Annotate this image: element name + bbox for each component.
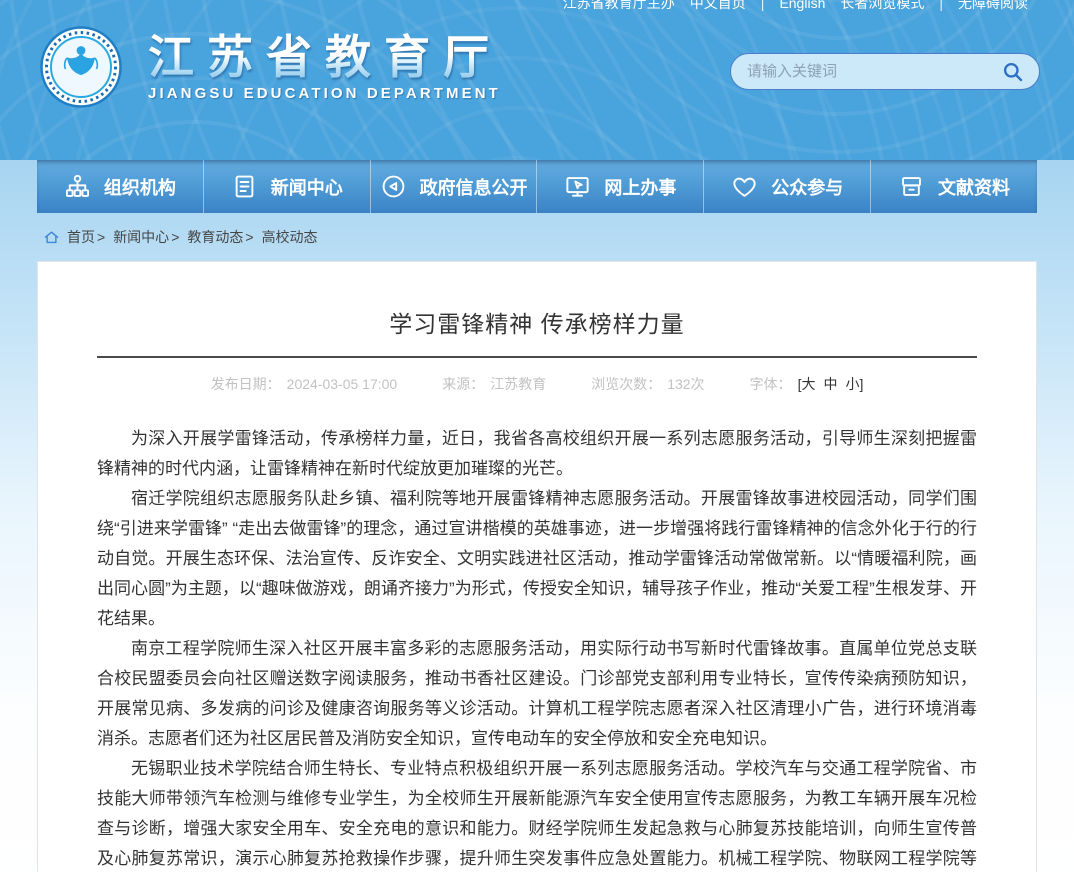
archive-icon — [898, 173, 925, 200]
breadcrumb-item[interactable]: 首页 — [67, 229, 95, 245]
page: 江苏省教育厅主办 中文首页 | English 长者浏览模式 | 无障碍阅读 江苏省教育厅 … — [0, 0, 1074, 872]
search-icon — [1001, 60, 1025, 84]
heart-icon — [731, 173, 758, 200]
info-disclosure-icon — [380, 173, 407, 200]
brand-text: 江苏省教育厅 JIANGSU EDUCATION DEPARTMENT — [148, 32, 502, 103]
font-size-options: 大中小 — [801, 374, 859, 394]
nav-item-documents[interactable]: 文献资料 — [871, 160, 1037, 213]
site-header: 江苏省教育厅主办 中文首页 | English 长者浏览模式 | 无障碍阅读 江苏省教育厅 … — [0, 0, 1074, 160]
article-card: 学习雷锋精神 传承榜样力量 发布日期：2024-03-05 17:00 来源：江… — [37, 261, 1037, 872]
nav-item-participation[interactable]: 公众参与 — [704, 160, 871, 213]
font-size-option-大[interactable]: 大 — [801, 374, 815, 394]
breadcrumb: 首页>新闻中心>教育动态>高校动态 — [37, 213, 1037, 261]
nav-item-online-service[interactable]: 网上办事 — [537, 160, 704, 213]
nav-item-label: 文献资料 — [938, 174, 1010, 200]
article-meta: 发布日期：2024-03-05 17:00 来源：江苏教育 浏览次数：132次 … — [38, 374, 1036, 394]
breadcrumb-separator: > — [97, 229, 105, 245]
search-button[interactable] — [1000, 59, 1026, 85]
news-doc-icon — [231, 173, 258, 200]
main-area: 组织机构新闻中心政府信息公开网上办事公众参与文献资料 首页>新闻中心>教育动态>… — [0, 160, 1074, 872]
article-paragraph: 南京工程学院师生深入社区开展丰富多彩的志愿服务活动，用实际行动书写新时代雷锋故事… — [97, 634, 977, 754]
site-brand[interactable]: 江苏省教育厅 JIANGSU EDUCATION DEPARTMENT — [40, 26, 502, 108]
nav-item-label: 公众参与 — [771, 174, 843, 200]
nav-item-label: 政府信息公开 — [420, 174, 528, 200]
article-source: 来源：江苏教育 — [442, 374, 546, 394]
topbar-link[interactable]: 中文首页 — [690, 0, 746, 13]
topbar-separator: | — [761, 0, 765, 11]
topbar-link[interactable]: 无障碍阅读 — [958, 0, 1028, 13]
title-divider — [97, 356, 977, 358]
nav-item-gov-info[interactable]: 政府信息公开 — [371, 160, 538, 213]
jiangsu-education-logo-icon — [40, 26, 122, 108]
font-size-option-中[interactable]: 中 — [823, 374, 837, 394]
topbar-link[interactable]: English — [779, 0, 825, 11]
nav-item-org[interactable]: 组织机构 — [37, 160, 204, 213]
font-size-option-小[interactable]: 小 — [845, 374, 859, 394]
nav-item-label: 网上办事 — [604, 174, 676, 200]
org-chart-icon — [64, 173, 91, 200]
view-count: 浏览次数：132次 — [591, 374, 704, 394]
nav-item-label: 组织机构 — [104, 174, 176, 200]
breadcrumb-item[interactable]: 教育动态 — [187, 229, 243, 245]
search-box — [730, 53, 1040, 90]
font-size-control: 字体：[大中小] — [750, 374, 864, 394]
topbar-separator: | — [939, 0, 943, 11]
topbar-link[interactable]: 江苏省教育厅主办 — [563, 0, 675, 13]
publish-date: 发布日期：2024-03-05 17:00 — [211, 374, 398, 394]
article-body: 为深入开展学雷锋活动，传承榜样力量，近日，我省各高校组织开展一系列志愿服务活动，… — [97, 424, 977, 872]
breadcrumb-item[interactable]: 高校动态 — [262, 229, 318, 245]
article-paragraph: 宿迁学院组织志愿服务队赴乡镇、福利院等地开展雷锋精神志愿服务活动。开展雷锋故事进… — [97, 484, 977, 634]
article-paragraph: 为深入开展学雷锋活动，传承榜样力量，近日，我省各高校组织开展一系列志愿服务活动，… — [97, 424, 977, 484]
article-paragraph: 无锡职业技术学院结合师生特长、专业特点积极组织开展一系列志愿服务活动。学校汽车与… — [97, 754, 977, 872]
search-input[interactable] — [747, 63, 1000, 80]
nav-item-news[interactable]: 新闻中心 — [204, 160, 371, 213]
nav-item-label: 新闻中心 — [271, 174, 343, 200]
breadcrumb-item[interactable]: 新闻中心 — [113, 229, 169, 245]
article-title: 学习雷锋精神 传承榜样力量 — [38, 305, 1036, 339]
topbar-links: 江苏省教育厅主办 中文首页 | English 长者浏览模式 | 无障碍阅读 — [563, 0, 1028, 13]
site-title: 江苏省教育厅 — [148, 32, 502, 83]
topbar-link[interactable]: 长者浏览模式 — [840, 0, 924, 13]
breadcrumb-separator: > — [245, 229, 253, 245]
breadcrumb-items: 首页>新闻中心>教育动态>高校动态 — [67, 227, 318, 247]
home-icon — [43, 229, 60, 246]
monitor-cursor-icon — [564, 173, 591, 200]
site-subtitle: JIANGSU EDUCATION DEPARTMENT — [148, 85, 502, 102]
breadcrumb-separator: > — [171, 229, 179, 245]
main-nav: 组织机构 新闻中心 政府信息公开 网上办事 公众参与 文献资料 — [37, 160, 1037, 213]
